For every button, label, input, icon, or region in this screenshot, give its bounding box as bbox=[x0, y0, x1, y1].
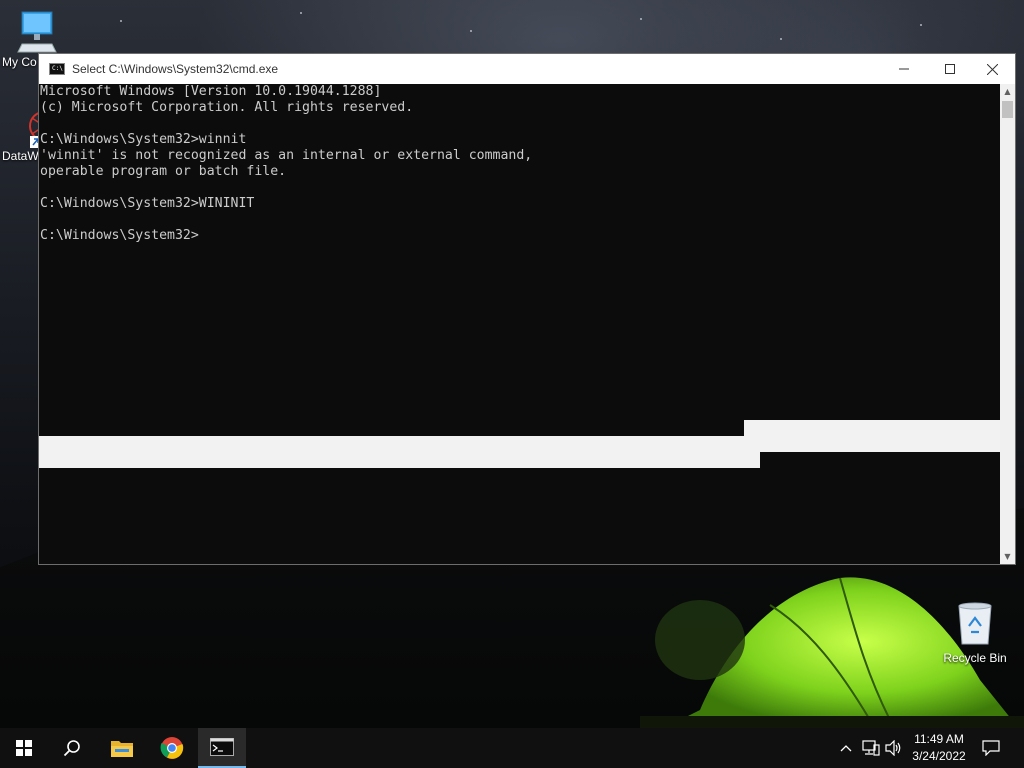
window-title: Select C:\Windows\System32\cmd.exe bbox=[72, 62, 279, 76]
star bbox=[780, 38, 782, 40]
clock-date: 3/24/2022 bbox=[912, 749, 966, 763]
computer-icon bbox=[17, 11, 57, 53]
cmd-window[interactable]: C:\ Select C:\Windows\System32\cmd.exe M… bbox=[38, 53, 1016, 565]
cmd-app-icon: C:\ bbox=[49, 63, 65, 75]
show-hidden-icons-button[interactable] bbox=[837, 739, 855, 757]
console-line: C:\Windows\System32>winnit bbox=[40, 132, 247, 147]
console-line: Microsoft Windows [Version 10.0.19044.12… bbox=[40, 84, 382, 99]
selection-highlight bbox=[39, 436, 1000, 452]
close-icon bbox=[986, 63, 998, 75]
console-line: operable program or batch file. bbox=[40, 164, 287, 179]
minimize-icon bbox=[899, 68, 909, 70]
star bbox=[920, 24, 922, 26]
taskbar: 11:49 AM 3/24/2022 bbox=[0, 728, 1024, 768]
taskbar-file-explorer[interactable] bbox=[98, 728, 146, 768]
clock-time: 11:49 AM bbox=[914, 732, 964, 746]
console-line: (c) Microsoft Corporation. All rights re… bbox=[40, 100, 414, 115]
desktop-icon-recycle-bin[interactable]: Recycle Bin bbox=[937, 600, 1013, 665]
network-icon bbox=[862, 740, 880, 756]
selection-highlight bbox=[744, 420, 1000, 436]
title-bar[interactable]: C:\ Select C:\Windows\System32\cmd.exe bbox=[39, 54, 1015, 84]
close-button[interactable] bbox=[969, 54, 1015, 84]
windows-logo-icon bbox=[16, 740, 32, 756]
scrollbar-thumb[interactable] bbox=[1002, 101, 1013, 118]
scroll-up-arrow-icon[interactable]: ▲ bbox=[1000, 84, 1015, 99]
recycle-bin-icon bbox=[958, 602, 992, 645]
console-output[interactable]: Microsoft Windows [Version 10.0.19044.12… bbox=[39, 84, 1000, 564]
action-center-button[interactable] bbox=[982, 739, 1000, 757]
network-tray-button[interactable] bbox=[862, 739, 880, 757]
start-button[interactable] bbox=[0, 728, 48, 768]
vertical-scrollbar[interactable]: ▲ ▼ bbox=[1000, 84, 1015, 564]
taskbar-chrome[interactable] bbox=[148, 728, 196, 768]
folder-icon bbox=[111, 741, 133, 757]
star bbox=[300, 12, 302, 14]
maximize-icon bbox=[945, 64, 955, 74]
console-line: C:\Windows\System32> bbox=[40, 228, 199, 243]
search-icon bbox=[63, 740, 80, 757]
desktop-icon-label: Recycle Bin bbox=[943, 651, 1007, 665]
console-line: 'winnit' is not recognized as an interna… bbox=[40, 148, 533, 163]
taskbar-clock[interactable]: 11:49 AM 3/24/2022 bbox=[900, 731, 978, 765]
chevron-up-icon bbox=[840, 745, 852, 752]
selection-highlight bbox=[39, 452, 760, 468]
maximize-button[interactable] bbox=[927, 54, 973, 84]
cmd-taskbar-icon bbox=[210, 738, 234, 756]
notification-icon bbox=[982, 740, 1000, 756]
chrome-icon bbox=[160, 737, 184, 759]
star bbox=[470, 30, 472, 32]
taskbar-cmd[interactable] bbox=[198, 728, 246, 768]
star bbox=[120, 20, 122, 22]
scroll-down-arrow-icon[interactable]: ▼ bbox=[1000, 549, 1015, 564]
star bbox=[640, 18, 642, 20]
search-button[interactable] bbox=[48, 728, 96, 768]
minimize-button[interactable] bbox=[881, 54, 927, 84]
console-line: C:\Windows\System32>WININIT bbox=[40, 196, 255, 211]
